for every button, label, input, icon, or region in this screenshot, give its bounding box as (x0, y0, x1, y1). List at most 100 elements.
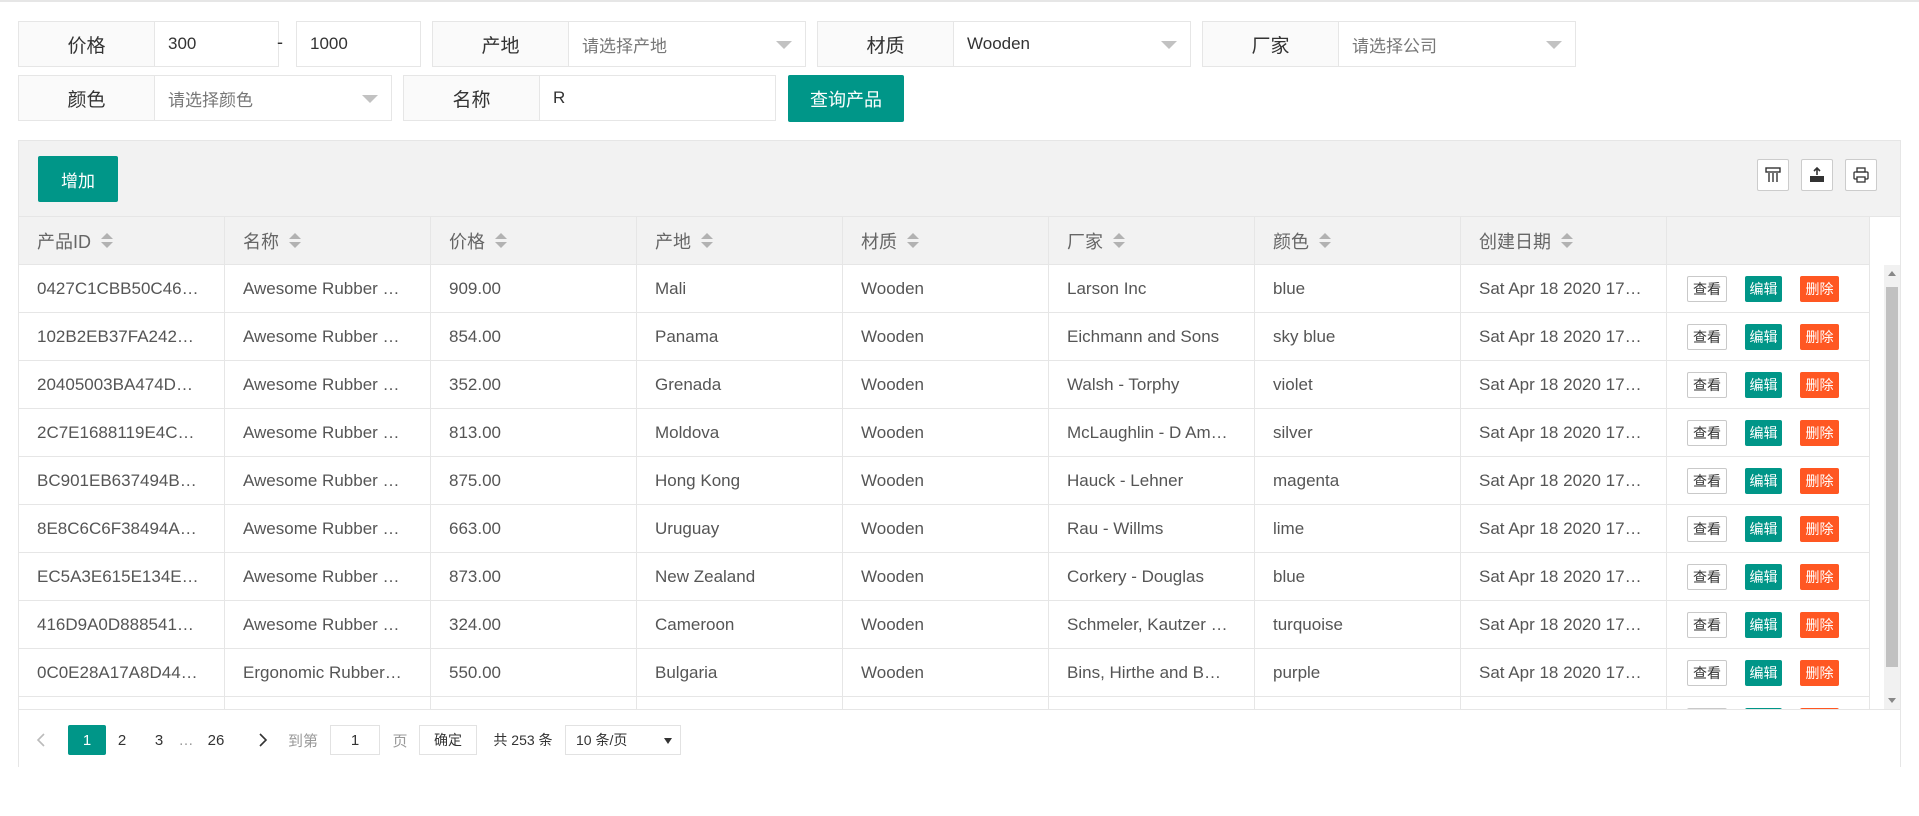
view-button[interactable]: 查看 (1687, 323, 1727, 350)
cell-price: 352.00 (431, 361, 637, 408)
page-size-select[interactable]: 10 条/页 (565, 725, 681, 755)
cell-price: 854.00 (431, 313, 637, 360)
view-button[interactable]: 查看 (1687, 611, 1727, 638)
cell-text: Sat Apr 18 2020 17… (1479, 326, 1642, 346)
edit-button[interactable]: 编辑 (1745, 515, 1783, 542)
column-header-origin[interactable]: 产地 (637, 217, 843, 264)
cell-maker (1049, 697, 1255, 709)
view-button[interactable]: 查看 (1687, 419, 1727, 446)
column-header-maker[interactable]: 厂家 (1049, 217, 1255, 264)
sort-icon[interactable] (907, 233, 919, 248)
page-button-current[interactable]: 1 (68, 725, 106, 755)
cell-maker: Bins, Hirthe and B… (1049, 649, 1255, 696)
cell-created: Sat Apr 18 2020 17… (1461, 457, 1667, 504)
column-header-name[interactable]: 名称 (225, 217, 431, 264)
name-input[interactable]: R (539, 75, 776, 121)
cell-text: Awesome Rubber … (243, 614, 400, 634)
sort-icon[interactable] (1319, 233, 1331, 248)
page-button-last[interactable]: 26 (203, 725, 229, 755)
cell-created: Sat Apr 18 2020 17… (1461, 505, 1667, 552)
next-page-icon[interactable] (253, 725, 273, 755)
view-button[interactable]: 查看 (1687, 371, 1727, 398)
view-button[interactable]: 查看 (1687, 467, 1727, 494)
columns-icon[interactable] (1757, 159, 1789, 191)
column-header-id[interactable]: 产品ID (19, 217, 225, 264)
edit-button[interactable]: 编辑 (1745, 659, 1783, 686)
name-label: 名称 (403, 75, 540, 121)
origin-select[interactable]: 请选择产地 (568, 21, 806, 67)
goto-confirm-button[interactable]: 确定 (419, 725, 477, 755)
edit-button[interactable]: 编辑 (1745, 371, 1783, 398)
top-divider (0, 0, 1919, 2)
material-value: Wooden (967, 34, 1031, 53)
chevron-down-icon (664, 738, 672, 744)
sort-icon[interactable] (1561, 233, 1573, 248)
query-products-button[interactable]: 查询产品 (788, 75, 904, 122)
sort-icon[interactable] (101, 233, 113, 248)
delete-button[interactable]: 删除 (1800, 563, 1839, 590)
edit-button[interactable]: 编辑 (1745, 563, 1783, 590)
delete-button[interactable]: 删除 (1800, 515, 1839, 542)
sort-icon[interactable] (289, 233, 301, 248)
delete-button[interactable]: 删除 (1800, 467, 1839, 494)
column-header-created[interactable]: 创建日期 (1461, 217, 1667, 264)
cell-material: Wooden (843, 553, 1049, 600)
cell-material: Wooden (843, 409, 1049, 456)
scroll-down-icon[interactable] (1888, 698, 1896, 703)
delete-button[interactable]: 删除 (1800, 611, 1839, 638)
view-button[interactable]: 查看 (1687, 515, 1727, 542)
table-scrollbar[interactable] (1884, 265, 1900, 709)
sort-icon[interactable] (701, 233, 713, 248)
page-button[interactable]: 3 (149, 725, 169, 755)
goto-label: 到第 (287, 732, 318, 750)
scroll-up-icon[interactable] (1888, 271, 1896, 276)
material-select[interactable]: Wooden (953, 21, 1191, 67)
goto-page-input[interactable]: 1 (330, 725, 380, 755)
column-header-price[interactable]: 价格 (431, 217, 637, 264)
edit-button[interactable]: 编辑 (1745, 467, 1783, 494)
cell-name (225, 697, 431, 709)
sort-icon[interactable] (1113, 233, 1125, 248)
page-button[interactable]: 2 (112, 725, 132, 755)
cell-price (431, 697, 637, 709)
delete-button[interactable]: 删除 (1800, 659, 1839, 686)
maker-select[interactable]: 请选择公司 (1338, 21, 1576, 67)
print-icon[interactable] (1845, 159, 1877, 191)
scrollbar-thumb[interactable] (1886, 287, 1898, 667)
column-header-material[interactable]: 材质 (843, 217, 1049, 264)
delete-button[interactable]: 删除 (1800, 371, 1839, 398)
edit-button[interactable]: 编辑 (1745, 323, 1783, 350)
cell-text: 102B2EB37FA242… (37, 326, 194, 346)
delete-button[interactable]: 删除 (1800, 275, 1839, 302)
view-button[interactable]: 查看 (1687, 275, 1727, 302)
add-product-button[interactable]: 增加 (38, 156, 118, 202)
cell-text: 20405003BA474D… (37, 374, 193, 394)
cell-text: Cameroon (655, 614, 735, 634)
cell-price: 875.00 (431, 457, 637, 504)
price-max-input[interactable]: 1000 (296, 21, 421, 67)
sort-icon[interactable] (495, 233, 507, 248)
delete-button[interactable]: 删除 (1800, 323, 1839, 350)
view-button[interactable]: 查看 (1687, 659, 1727, 686)
cell-text: McLaughlin - D Am… (1067, 422, 1228, 442)
export-icon[interactable] (1801, 159, 1833, 191)
cell-text: 854.00 (449, 326, 501, 346)
cell-text: 352.00 (449, 374, 501, 394)
prev-page-icon[interactable] (31, 725, 51, 755)
edit-button[interactable]: 编辑 (1745, 419, 1783, 446)
color-select[interactable]: 请选择颜色 (154, 75, 392, 121)
delete-button[interactable]: 删除 (1800, 419, 1839, 446)
cell-text: purple (1273, 662, 1321, 682)
cell-text: Sat Apr 18 2020 17… (1479, 518, 1642, 538)
edit-button[interactable]: 编辑 (1745, 275, 1783, 302)
table-row (19, 697, 1870, 709)
cell-text: blue (1273, 566, 1306, 586)
cell-text: Moldova (655, 422, 720, 442)
table-row: EC5A3E615E134E… Awesome Rubber … 873.00 New… (19, 553, 1870, 601)
column-header-color[interactable]: 颜色 (1255, 217, 1461, 264)
view-button[interactable]: 查看 (1687, 563, 1727, 590)
cell-material: Wooden (843, 505, 1049, 552)
price-min-input[interactable]: 300 (154, 21, 279, 67)
edit-button[interactable]: 编辑 (1745, 611, 1783, 638)
cell-price: 663.00 (431, 505, 637, 552)
